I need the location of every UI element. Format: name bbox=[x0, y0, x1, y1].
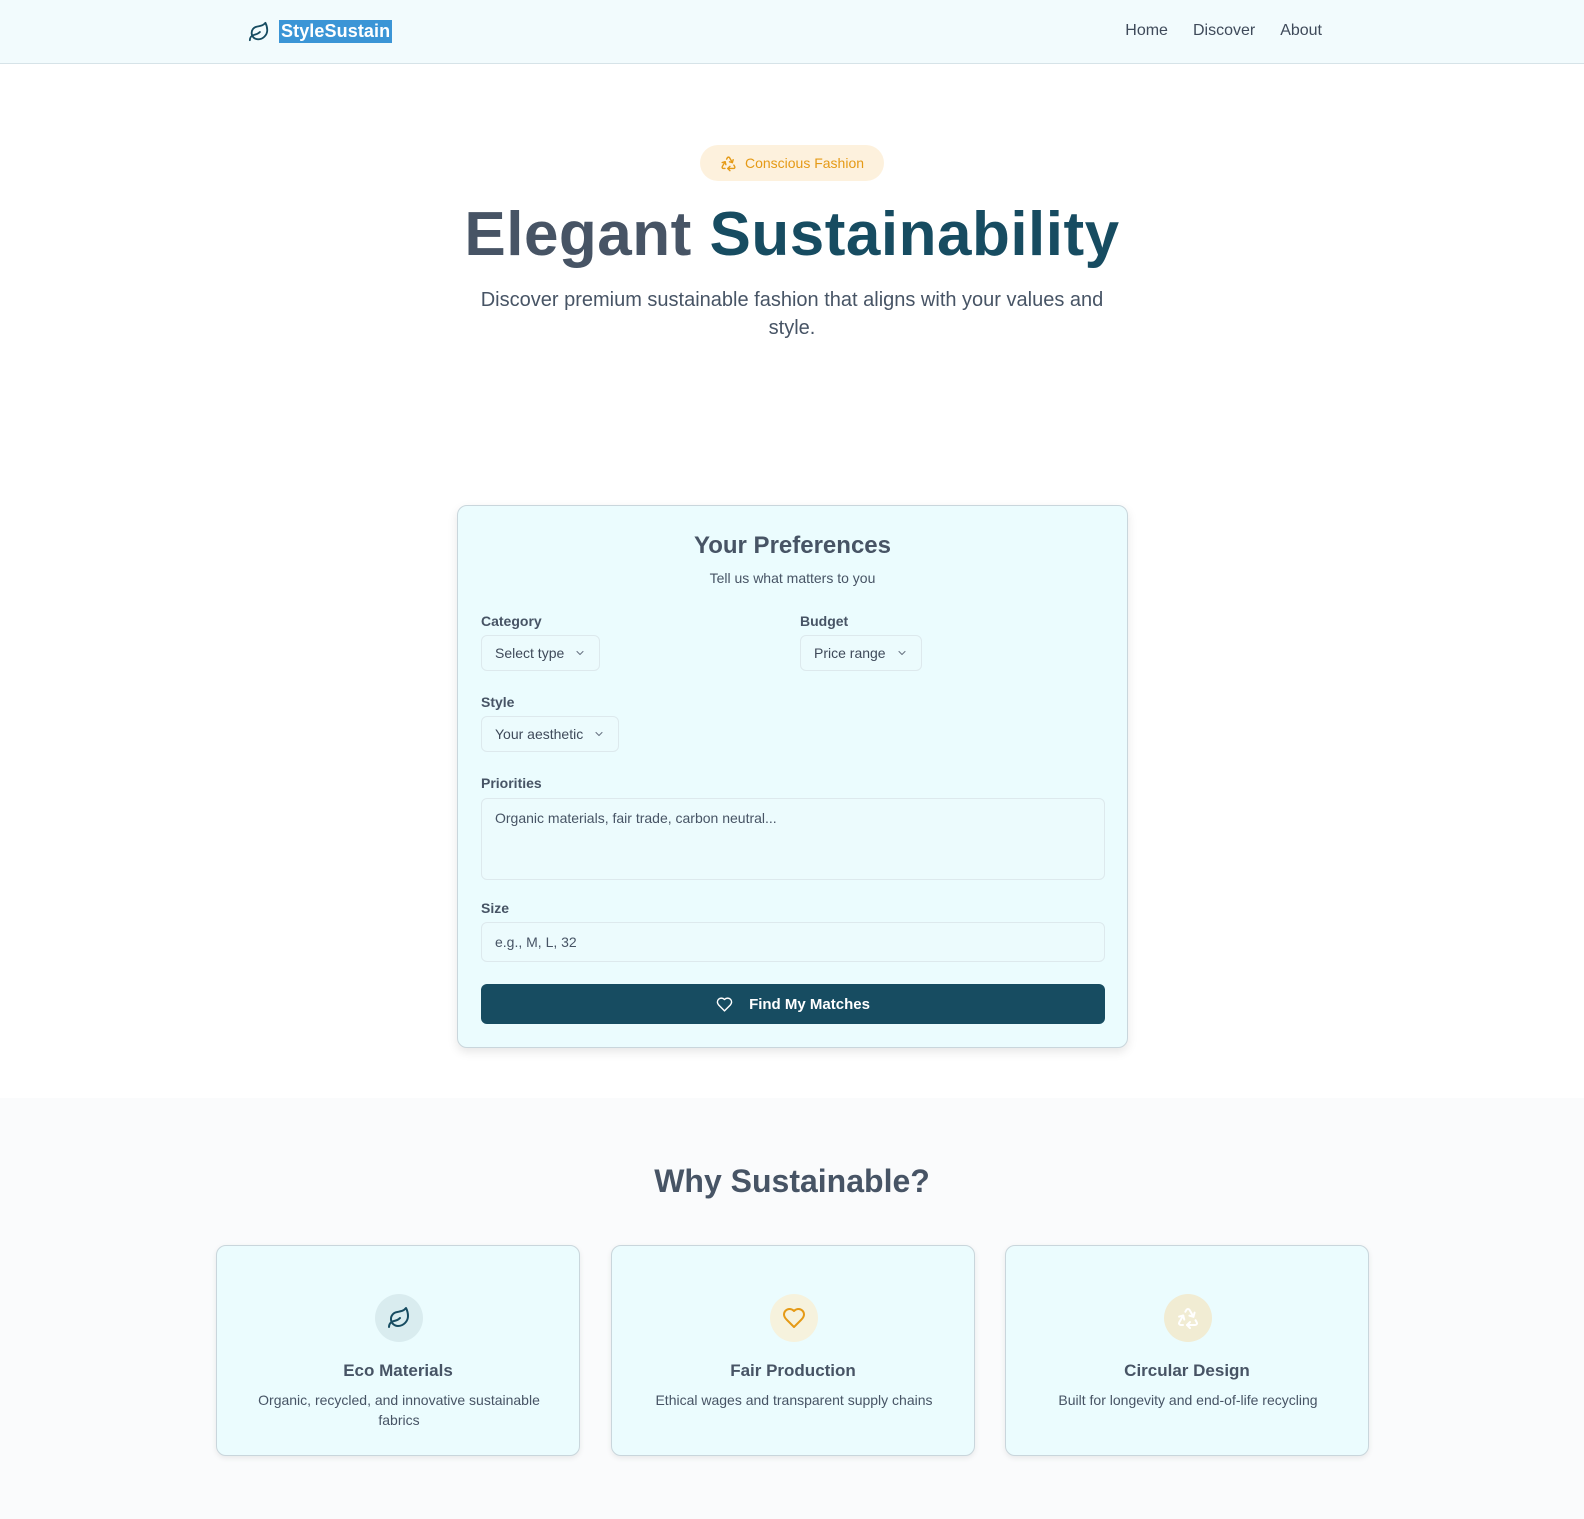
leaf-icon bbox=[388, 1307, 409, 1328]
find-matches-button[interactable]: Find My Matches bbox=[481, 984, 1105, 1024]
budget-label: Budget bbox=[800, 613, 849, 629]
style-select[interactable]: Your aesthetic bbox=[481, 716, 620, 752]
top-nav: StyleSustain Home Discover About bbox=[0, 0, 1584, 64]
size-label: Size bbox=[481, 900, 510, 916]
feature-card-fair: Fair Production Ethical wages and transp… bbox=[611, 1245, 975, 1456]
why-section: Why Sustainable? Eco Materials Organic, … bbox=[0, 1098, 1584, 1519]
style-label: Style bbox=[481, 694, 515, 710]
hero-subtitle: Discover premium sustainable fashion tha… bbox=[480, 289, 1104, 339]
style-value: Your aesthetic bbox=[495, 726, 584, 742]
find-matches-label: Find My Matches bbox=[749, 995, 870, 1013]
feature-desc: Ethical wages and transparent supply cha… bbox=[655, 1392, 933, 1408]
conscious-fashion-badge: Conscious Fashion bbox=[700, 145, 884, 181]
hero-section: Conscious Fashion Elegant Sustainability… bbox=[0, 64, 1584, 504]
feature-title: Eco Materials bbox=[343, 1361, 453, 1380]
preferences-subtitle: Tell us what matters to you bbox=[709, 570, 876, 586]
feature-desc: Organic, recycled, and innovative sustai… bbox=[258, 1392, 540, 1428]
brand[interactable]: StyleSustain bbox=[248, 20, 393, 43]
nav-link-discover[interactable]: Discover bbox=[1193, 22, 1255, 40]
nav-link-home[interactable]: Home bbox=[1125, 22, 1168, 40]
feature-desc: Built for longevity and end-of-life recy… bbox=[1058, 1392, 1318, 1408]
feature-title: Fair Production bbox=[730, 1361, 856, 1380]
preferences-card: Your Preferences Tell us what matters to… bbox=[457, 505, 1128, 1048]
hero-title: Elegant Sustainability bbox=[0, 199, 1584, 271]
brand-name: StyleSustain bbox=[279, 20, 393, 43]
category-value: Select type bbox=[495, 645, 565, 661]
size-input[interactable]: e.g., M, L, 32 bbox=[481, 922, 1105, 962]
heart-icon bbox=[783, 1308, 805, 1328]
feature-card-circular: Circular Design Built for longevity and … bbox=[1005, 1245, 1369, 1456]
feature-icon-wrap bbox=[1164, 1294, 1212, 1342]
leaf-icon bbox=[248, 21, 269, 41]
why-title: Why Sustainable? bbox=[654, 1163, 930, 1199]
preferences-title: Your Preferences bbox=[694, 532, 891, 559]
category-label: Category bbox=[481, 613, 542, 629]
category-select[interactable]: Select type bbox=[481, 635, 601, 671]
nav-links: Home Discover About bbox=[1125, 22, 1322, 40]
feature-icon-wrap bbox=[375, 1294, 423, 1342]
chevron-down-icon bbox=[576, 650, 584, 656]
nav-link-about[interactable]: About bbox=[1280, 22, 1322, 40]
heart-icon bbox=[716, 996, 733, 1012]
budget-select[interactable]: Price range bbox=[800, 635, 922, 671]
feature-title: Circular Design bbox=[1124, 1361, 1250, 1380]
hero-title-part1: Elegant bbox=[464, 200, 692, 269]
badge-label: Conscious Fashion bbox=[744, 155, 865, 171]
priorities-label: Priorities bbox=[481, 775, 542, 791]
recycle-icon bbox=[721, 155, 736, 171]
chevron-down-icon bbox=[595, 731, 603, 737]
priorities-textarea[interactable]: Organic materials, fair trade, carbon ne… bbox=[481, 798, 1105, 880]
feature-icon-wrap bbox=[770, 1294, 818, 1342]
hero-title-part2: Sustainability bbox=[709, 200, 1120, 269]
budget-value: Price range bbox=[814, 645, 886, 661]
recycle-icon bbox=[1178, 1307, 1198, 1329]
feature-card-eco: Eco Materials Organic, recycled, and inn… bbox=[216, 1245, 580, 1456]
chevron-down-icon bbox=[898, 650, 906, 656]
